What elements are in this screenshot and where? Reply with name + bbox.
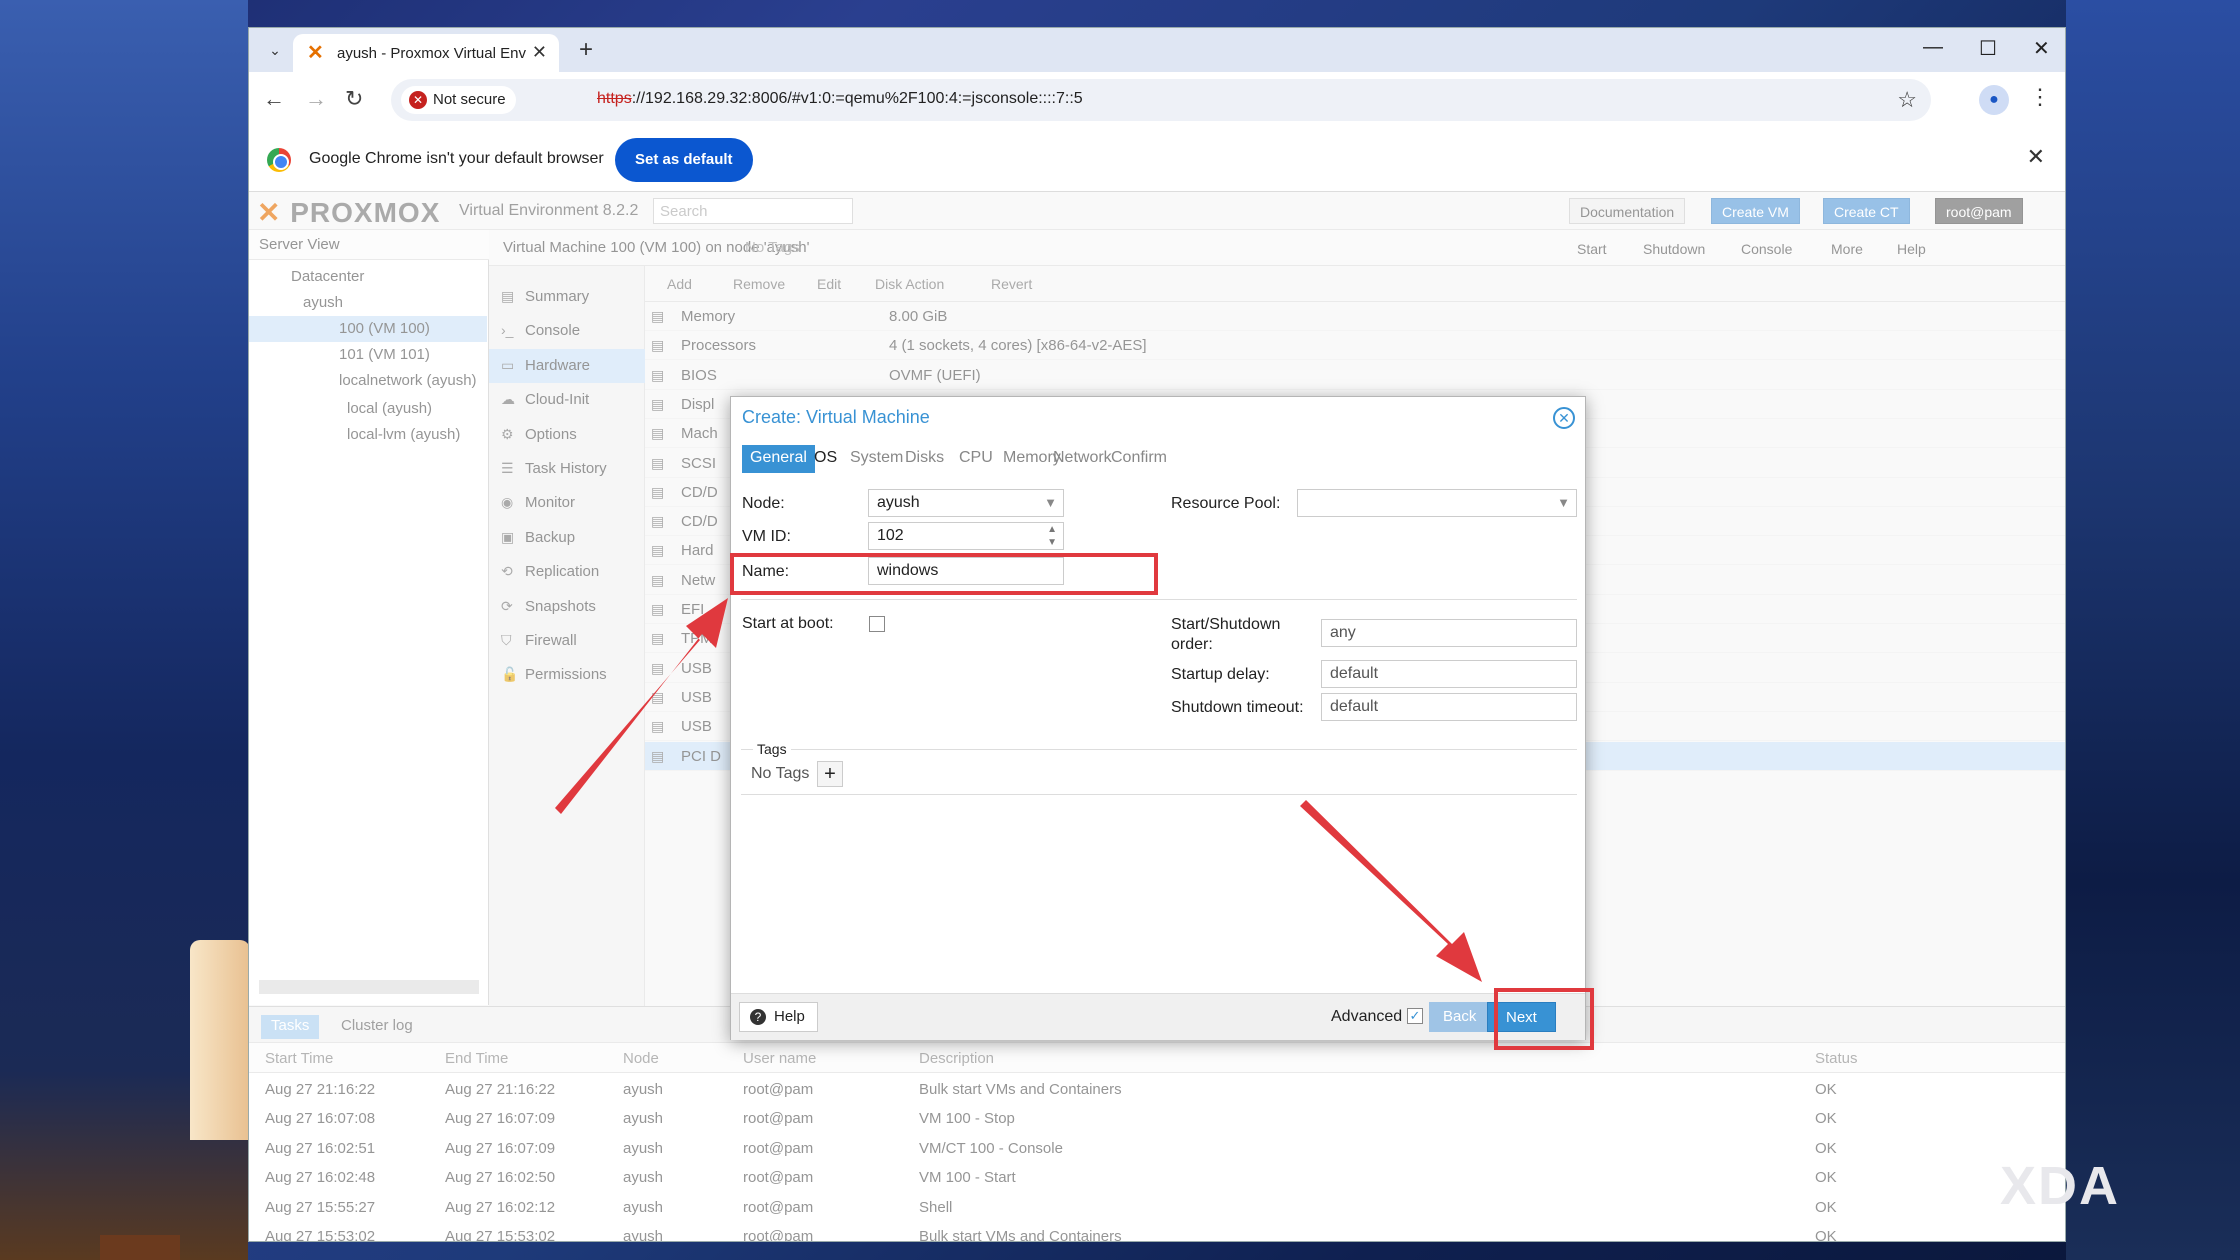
question-icon: ? (750, 1009, 766, 1025)
tab-disks[interactable]: Disks (897, 445, 952, 473)
infobar-message: Google Chrome isn't your default browser (309, 150, 604, 167)
name-field-highlight (730, 553, 1158, 595)
maximize-button[interactable]: ☐ (1979, 36, 1997, 61)
back-button[interactable]: Back (1429, 1002, 1491, 1032)
infobar-close-icon[interactable]: ✕ (2027, 144, 2045, 170)
section-divider (741, 599, 1577, 600)
lamp-base-decoration (100, 1235, 180, 1260)
tab-confirm[interactable]: Confirm (1103, 445, 1175, 473)
resource-pool-label: Resource Pool: (1171, 495, 1281, 512)
delay-value: default (1330, 665, 1379, 682)
startup-delay-label: Startup delay: (1171, 666, 1270, 683)
add-tag-button[interactable]: + (817, 761, 843, 787)
resource-pool-select[interactable]: ▼ (1297, 489, 1577, 517)
help-label: Help (774, 1008, 805, 1025)
node-value: ayush (877, 494, 920, 511)
tab-cpu[interactable]: CPU (951, 445, 1001, 473)
tab-title: ayush - Proxmox Virtual Environ (337, 45, 527, 62)
shutdown-timeout-input[interactable]: default (1321, 693, 1577, 721)
default-browser-infobar: Google Chrome isn't your default browser… (249, 128, 2065, 192)
plus-icon: + (824, 763, 836, 785)
tags-legend: Tags (753, 741, 791, 757)
tags-fieldset (741, 749, 1577, 795)
lamp-decoration (190, 940, 250, 1140)
tab-os[interactable]: OS (806, 445, 845, 473)
tab-general[interactable]: General (742, 445, 815, 473)
tab-search-icon[interactable]: ⌄ (261, 36, 289, 64)
bookmark-star-icon[interactable]: ☆ (1897, 87, 1917, 113)
chevron-down-icon: ▼ (1557, 495, 1570, 510)
not-secure-chip[interactable]: ✕ Not secure (401, 86, 516, 114)
back-arrow-icon[interactable]: ← (263, 86, 285, 112)
set-as-default-button[interactable]: Set as default (615, 138, 753, 182)
xda-watermark: XDA (2000, 1156, 2121, 1216)
warning-icon: ✕ (409, 91, 427, 109)
address-row: ← → ↻ ✕ Not secure https://192.168.29.32… (249, 72, 2065, 128)
browser-tab[interactable]: ✕ ayush - Proxmox Virtual Environ ✕ (293, 34, 559, 72)
url-scheme: https (597, 90, 632, 107)
start-at-boot-label: Start at boot: (742, 615, 834, 632)
advanced-checkbox[interactable]: ✓ (1407, 1008, 1423, 1024)
chevron-down-icon: ▼ (1044, 495, 1057, 510)
close-window-button[interactable]: ✕ (2033, 36, 2050, 61)
node-label: Node: (742, 495, 785, 512)
startup-delay-input[interactable]: default (1321, 660, 1577, 688)
shutdown-timeout-label: Shutdown timeout: (1171, 699, 1304, 716)
timeout-value: default (1330, 698, 1379, 715)
forward-arrow-icon[interactable]: → (305, 86, 327, 112)
advanced-label: Advanced (1331, 1008, 1403, 1025)
profile-icon[interactable]: ● (1979, 85, 2009, 115)
chrome-logo-icon (267, 148, 291, 172)
spinner-arrows-icon[interactable]: ▲ ▼ (1047, 523, 1057, 549)
dialog-title: Create: Virtual Machine (742, 407, 930, 427)
vmid-spinner[interactable]: 102 ▲ ▼ (868, 522, 1064, 550)
start-shutdown-order-label: Start/Shutdown order: (1171, 616, 1281, 653)
new-tab-button[interactable]: + (579, 36, 593, 64)
url-text[interactable]: https://192.168.29.32:8006/#v1:0:=qemu%2… (597, 90, 1083, 108)
vmid-label: VM ID: (742, 528, 791, 545)
url-rest: ://192.168.29.32:8006/#v1:0:=qemu%2F100:… (631, 90, 1083, 107)
wallpaper-right (2066, 0, 2240, 1260)
address-bar[interactable]: ✕ Not secure https://192.168.29.32:8006/… (391, 79, 1931, 121)
create-vm-dialog: Create: Virtual Machine ✕ General OS Syste… (730, 396, 1586, 1040)
dialog-close-icon[interactable]: ✕ (1553, 407, 1575, 429)
start-shutdown-order-input[interactable]: any (1321, 619, 1577, 647)
start-at-boot-checkbox[interactable] (869, 616, 885, 632)
no-tags-text: No Tags (751, 765, 810, 782)
next-button-highlight (1494, 988, 1594, 1050)
proxmox-favicon-icon: ✕ (307, 42, 324, 64)
dialog-help-button[interactable]: ? Help (739, 1002, 818, 1032)
vmid-value: 102 (877, 527, 904, 544)
minimize-button[interactable]: — (1923, 36, 1943, 59)
tab-strip: ⌄ ✕ ayush - Proxmox Virtual Environ ✕ + … (249, 28, 2065, 72)
order-value: any (1330, 624, 1356, 641)
tab-close-icon[interactable]: ✕ (532, 42, 547, 63)
not-secure-label: Not secure (433, 91, 506, 108)
dialog-footer: ? Help Advanced ✓ Back Next (731, 993, 1585, 1040)
node-select[interactable]: ayush ▼ (868, 489, 1064, 517)
reload-icon[interactable]: ↻ (345, 86, 363, 112)
chrome-menu-icon[interactable]: ⋮ (2029, 84, 2051, 110)
